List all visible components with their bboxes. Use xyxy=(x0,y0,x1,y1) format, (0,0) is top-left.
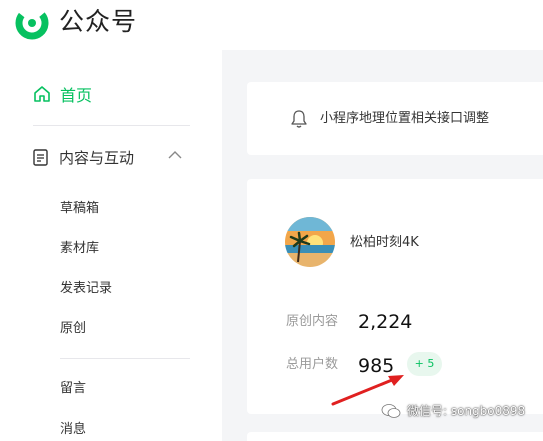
original-content-value: 2,224 xyxy=(358,311,413,333)
sidebar-group-content-interaction[interactable]: 内容与互动 xyxy=(33,145,188,169)
sidebar-divider xyxy=(33,125,190,126)
sidebar-item-original[interactable]: 原创 xyxy=(60,321,86,337)
sidebar-divider xyxy=(60,358,190,359)
notice-text[interactable]: 小程序地理位置相关接口调整 xyxy=(320,110,489,128)
brand-title: 公众号 xyxy=(59,7,138,36)
sidebar-item-publish-records[interactable]: 发表记录 xyxy=(60,281,112,297)
total-users-label: 总用户数 xyxy=(286,357,339,372)
wechat-watermark: 微信号: songbo0898 xyxy=(381,403,525,419)
chevron-up-icon[interactable] xyxy=(168,150,182,160)
user-delta-badge: + 5 xyxy=(407,352,442,376)
notice-card[interactable]: 小程序地理位置相关接口调整 xyxy=(247,82,543,155)
sidebar-group-label: 内容与互动 xyxy=(59,148,135,167)
original-content-label: 原创内容 xyxy=(286,314,339,329)
sidebar xyxy=(0,50,222,441)
sidebar-item-messages[interactable]: 消息 xyxy=(60,422,86,438)
top-bar: 公众号 xyxy=(0,0,543,50)
sidebar-item-home-label: 首页 xyxy=(60,86,93,105)
avatar[interactable] xyxy=(285,217,335,267)
sidebar-item-drafts[interactable]: 草稿箱 xyxy=(60,201,99,217)
watermark-text: 微信号: songbo0898 xyxy=(407,404,526,418)
home-icon xyxy=(34,86,50,102)
sidebar-item-materials[interactable]: 素材库 xyxy=(60,241,99,257)
document-icon xyxy=(33,148,48,166)
wechat-icon xyxy=(381,404,401,418)
sidebar-item-home[interactable]: 首页 xyxy=(33,82,92,106)
wechat-official-account-logo-icon[interactable] xyxy=(15,6,49,40)
next-card xyxy=(247,432,543,441)
account-name: 松柏时刻4K xyxy=(350,235,419,250)
sidebar-item-comments[interactable]: 留言 xyxy=(60,381,86,397)
avatar-image xyxy=(285,217,335,267)
bell-icon xyxy=(291,110,307,128)
